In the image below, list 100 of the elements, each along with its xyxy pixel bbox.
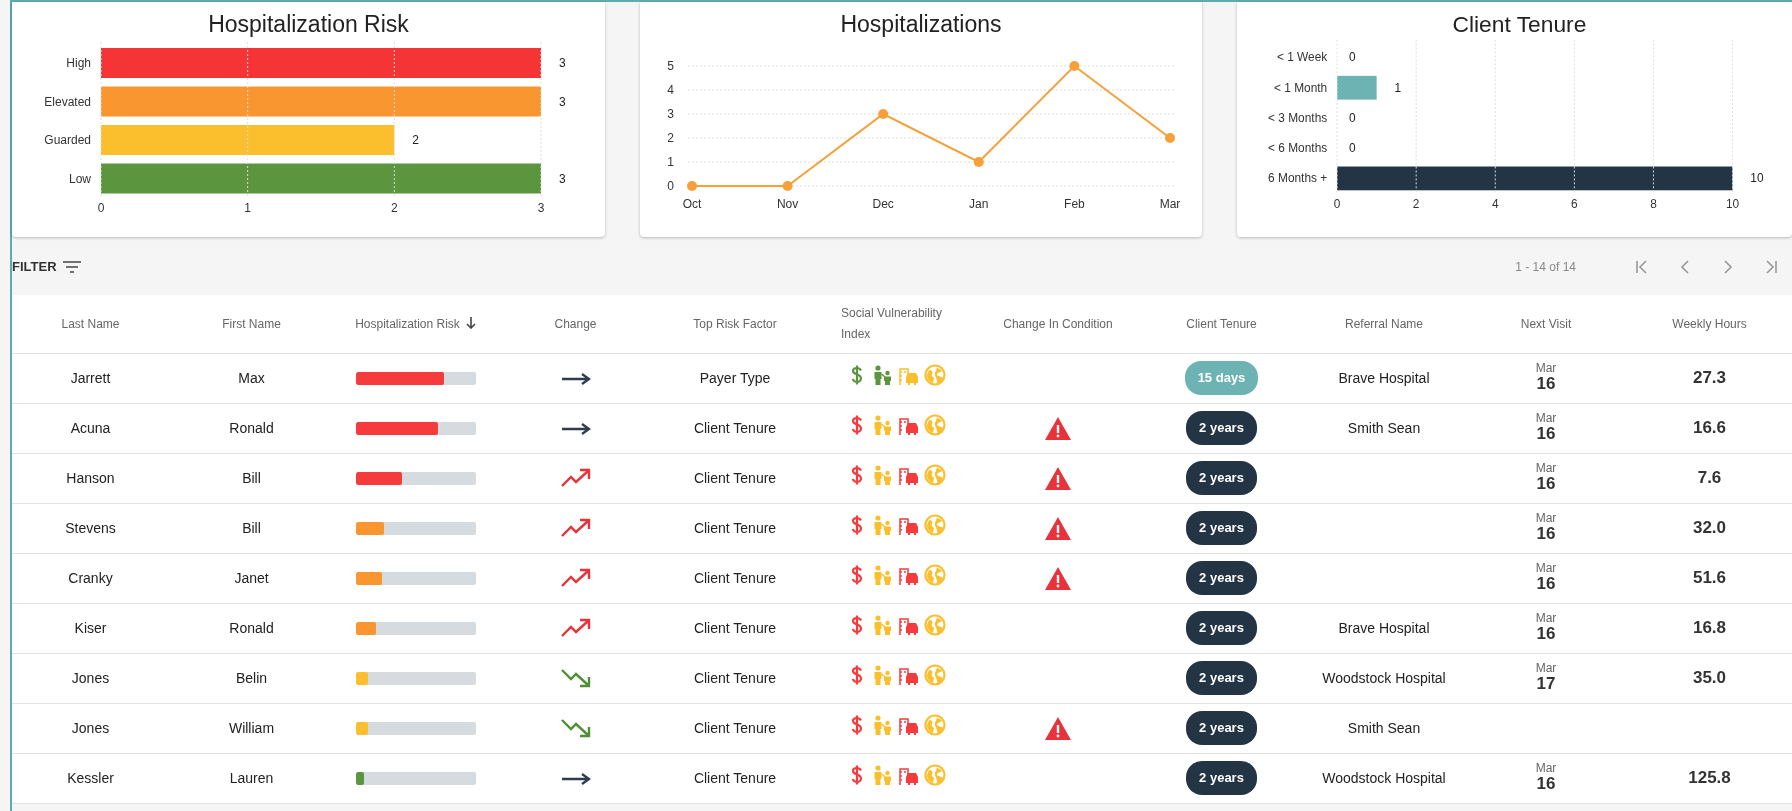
axis-label: 0 (97, 201, 105, 215)
visit-day: 16 (1465, 775, 1627, 794)
table-cell: Smith Sean (1347, 419, 1421, 436)
table-cell: Client Tenure (693, 569, 777, 586)
axis-label: Low (69, 171, 91, 186)
axis-label: Guarded (44, 133, 91, 147)
table-cell: Jones (71, 669, 110, 686)
column-header[interactable]: Client Tenure (1186, 316, 1257, 331)
visit-day: 16 (1465, 375, 1627, 394)
data-point (973, 157, 984, 167)
column-header[interactable]: Referral Name (1345, 316, 1423, 331)
axis-label: 3 (537, 201, 545, 215)
data-point (878, 109, 889, 119)
visit-day: 17 (1465, 675, 1627, 694)
tenure-badge: 2 years (1186, 611, 1257, 645)
tenure-badge: 2 years (1186, 561, 1257, 595)
axis-label: 3 (667, 107, 674, 121)
table-cell: Client Tenure (693, 619, 777, 636)
table-cell: Ronald (229, 619, 274, 636)
axis-label: 1 (244, 201, 251, 215)
tenure-badge: 2 years (1186, 461, 1257, 495)
table-cell: Brave Hospital (1338, 619, 1430, 636)
data-label: 3 (559, 56, 566, 70)
table-cell: Stevens (65, 519, 116, 536)
axis-label: Jan (969, 197, 989, 211)
column-header[interactable]: First Name (222, 316, 281, 331)
table-cell: Belin (235, 669, 268, 686)
table-cell: Lauren (229, 769, 274, 786)
data-label: 3 (559, 94, 566, 109)
right-arrow-icon (560, 771, 591, 786)
visit-day: 16 (1465, 525, 1627, 544)
column-header[interactable]: Last Name (61, 316, 120, 331)
tenure-badge: 15 days (1184, 361, 1259, 395)
table-cell: Payer Type (699, 369, 771, 386)
weekly-hours: 125.8 (1688, 768, 1731, 788)
visit-month: Mar (1534, 562, 1558, 576)
visit-day: 16 (1465, 575, 1627, 594)
axis-label: 2 (667, 131, 674, 145)
column-header[interactable]: Next Visit (1520, 316, 1572, 331)
data-label: 0 (1349, 50, 1356, 65)
axis-label: 8 (1650, 197, 1657, 212)
table-cell: William (228, 719, 275, 736)
axis-label: 4 (667, 83, 674, 97)
tenure-badge: 2 years (1186, 411, 1257, 445)
data-label: 1 (1394, 80, 1402, 95)
table-cell: Client Tenure (693, 719, 777, 736)
right-arrow-icon (560, 421, 591, 436)
axis-label: < 3 Months (1268, 110, 1328, 125)
column-header[interactable]: Weekly Hours (1672, 316, 1747, 331)
data-label: 2 (412, 133, 419, 147)
table-cell: Bill (242, 469, 261, 486)
column-header[interactable]: Change (554, 316, 597, 331)
weekly-hours: 27.3 (1692, 368, 1727, 388)
trend-down-icon (560, 717, 591, 740)
data-point (687, 181, 697, 191)
page-range: 1 - 14 of 14 (1515, 259, 1576, 276)
visit-month: Mar (1534, 362, 1558, 376)
axis-label: 5 (667, 59, 674, 73)
column-header[interactable]: Social Vulnerability Index (841, 303, 951, 345)
visit-month: Mar (1534, 612, 1558, 626)
tenure-badge: 2 years (1186, 711, 1257, 745)
filter-icon (62, 261, 81, 273)
filter-button[interactable]: FILTER (12, 257, 81, 277)
visit-month: Mar (1534, 412, 1558, 426)
axis-label: Nov (776, 197, 799, 211)
table-cell: Client Tenure (693, 469, 777, 486)
weekly-hours: 35.0 (1692, 668, 1727, 688)
weekly-hours: 32.0 (1692, 518, 1727, 538)
visit-day: 16 (1465, 625, 1627, 644)
table-cell: Hanson (66, 469, 115, 486)
column-header[interactable]: Hospitalization Risk (355, 316, 460, 331)
axis-label: Elevated (44, 94, 91, 109)
visit-month: Mar (1534, 762, 1558, 776)
data-point (782, 181, 793, 191)
visit-month: Mar (1534, 662, 1558, 676)
column-header[interactable]: Top Risk Factor (693, 316, 777, 331)
axis-label: High (66, 56, 91, 70)
table-cell: Woodstock Hospital (1322, 769, 1446, 786)
visit-day: 16 (1465, 475, 1627, 494)
axis-label: 2 (391, 201, 398, 215)
table-cell: Client Tenure (693, 519, 777, 536)
data-label: 0 (1349, 141, 1356, 156)
axis-label: 10 (1725, 197, 1740, 212)
visit-day: 16 (1465, 425, 1627, 444)
right-arrow-icon (560, 371, 591, 386)
table-cell: Ronald (229, 419, 274, 436)
weekly-hours: 51.6 (1692, 568, 1727, 588)
data-label: 0 (1349, 110, 1356, 125)
table-cell: Kessler (67, 769, 114, 786)
table-cell: Smith Sean (1347, 719, 1421, 736)
column-header[interactable]: Change In Condition (1003, 316, 1113, 331)
data-point (1165, 133, 1175, 143)
axis-label: 6 Months + (1268, 171, 1328, 186)
data-label: 3 (559, 171, 566, 186)
data-label: 10 (1750, 171, 1764, 186)
axis-label: 1 (667, 155, 674, 169)
table-cell: Brave Hospital (1338, 369, 1430, 386)
table-cell: Cranky (68, 569, 113, 586)
table-cell: Jones (71, 719, 110, 736)
weekly-hours: 16.6 (1692, 418, 1727, 438)
